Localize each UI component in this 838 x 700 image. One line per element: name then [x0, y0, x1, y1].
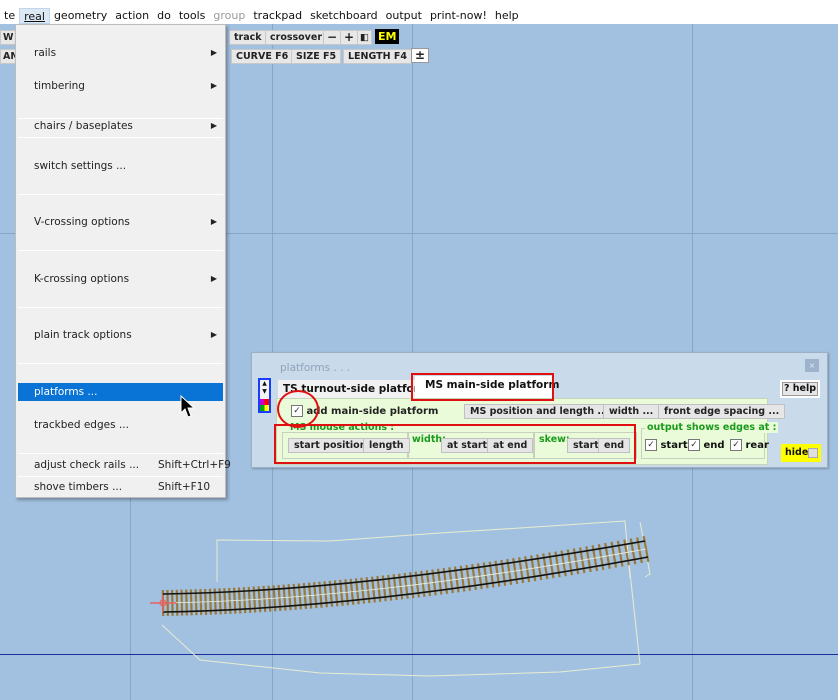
menu-plain-track-options[interactable]: plain track options ▶: [18, 326, 223, 344]
toolbar-stub-w[interactable]: W: [0, 30, 17, 45]
menu-adjust-check-rails[interactable]: adjust check rails ... Shift+Ctrl+F9: [18, 456, 231, 474]
annotation-highlight-tab: [411, 373, 554, 401]
dialog-title: platforms . . .: [280, 362, 351, 374]
em-gauge-badge[interactable]: EM: [375, 29, 400, 44]
zoom-out-button[interactable]: −: [323, 30, 342, 45]
output-edges-label: output shows edges at :: [645, 422, 779, 433]
submenu-arrow-icon: ▶: [210, 48, 217, 57]
menu-separator: [18, 453, 223, 454]
mouse-cursor-icon: [180, 395, 196, 418]
menu-v-crossing-options[interactable]: V-crossing options ▶: [18, 213, 223, 231]
track-button[interactable]: track: [229, 30, 267, 45]
edge-end-label: end: [703, 440, 725, 451]
menu-chairs-label: chairs / baseplates: [34, 120, 133, 132]
menu-k-crossing-options[interactable]: K-crossing options ▶: [18, 270, 223, 288]
menu-timbering-label: timbering: [34, 80, 85, 92]
zoom-in-button[interactable]: +: [340, 30, 359, 45]
snap-icon[interactable]: ±: [411, 48, 430, 63]
menu-separator: [18, 363, 223, 364]
colour-palette-icon[interactable]: [260, 399, 269, 411]
edge-rear-checkbox[interactable]: ✓ rear: [730, 439, 769, 451]
menu-trackbed-edges-label: trackbed edges ...: [34, 419, 129, 431]
menu-separator: [18, 137, 223, 138]
spin-up-icon[interactable]: ▲: [260, 380, 269, 388]
checkbox-icon[interactable]: ✓: [730, 439, 742, 451]
menu-chairs-baseplates[interactable]: chairs / baseplates ▶: [18, 117, 223, 135]
menu-platforms-label: platforms ...: [34, 386, 98, 398]
submenu-arrow-icon: ▶: [210, 274, 217, 283]
menu-adjust-check-rails-label: adjust check rails ...: [34, 459, 140, 471]
menu-shove-timbers-label: shove timbers ...: [34, 481, 123, 493]
menu-separator: [18, 476, 223, 477]
width-button[interactable]: width ...: [603, 404, 660, 419]
real-menu-dropdown: rails ▶ timbering ▶ chairs / baseplates ▶ s…: [15, 24, 231, 498]
submenu-arrow-icon: ▶: [210, 330, 217, 339]
ms-position-length-button[interactable]: MS position and length ...: [464, 404, 615, 419]
annotation-highlight-mouse-actions: [274, 424, 636, 464]
menu-v-crossing-label: V-crossing options: [34, 216, 130, 228]
menu-rails[interactable]: rails ▶: [18, 44, 223, 62]
curve-button[interactable]: CURVE F6: [231, 49, 294, 64]
menu-separator: [18, 250, 223, 251]
edge-end-checkbox[interactable]: ✓ end: [688, 439, 725, 451]
checkbox-icon[interactable]: ✓: [645, 439, 657, 451]
help-button-label: ? help: [782, 382, 818, 396]
submenu-arrow-icon: ▶: [210, 217, 217, 226]
help-button[interactable]: ? help: [780, 380, 820, 398]
hide-label: hide: [785, 447, 809, 458]
menu-switch-settings[interactable]: switch settings ...: [18, 157, 223, 175]
size-button[interactable]: SIZE F5: [291, 49, 342, 64]
spin-down-icon[interactable]: ▼: [260, 388, 269, 396]
annotation-highlight-checkbox: [277, 390, 319, 428]
menu-separator: [18, 194, 223, 195]
submenu-arrow-icon: ▶: [210, 121, 217, 130]
add-platform-label: add main-side platform: [306, 406, 439, 417]
length-button[interactable]: LENGTH F4: [343, 49, 412, 64]
menu-timbering[interactable]: timbering ▶: [18, 77, 223, 95]
menu-separator: [18, 307, 223, 308]
edge-start-checkbox[interactable]: ✓ start: [645, 439, 688, 451]
edge-start-label: start: [660, 440, 688, 451]
shortcut-label: Shift+Ctrl+F9: [158, 459, 231, 471]
menu-k-crossing-label: K-crossing options: [34, 273, 130, 285]
close-icon[interactable]: ×: [805, 359, 819, 372]
menu-shove-timbers[interactable]: shove timbers ... Shift+F10: [18, 478, 223, 496]
menu-rails-label: rails: [34, 47, 57, 59]
edge-rear-label: rear: [745, 440, 769, 451]
crossover-button[interactable]: crossover: [265, 30, 327, 45]
menu-plain-track-label: plain track options: [34, 329, 132, 341]
checkbox-icon[interactable]: ✓: [688, 439, 700, 451]
shortcut-label: Shift+F10: [158, 481, 211, 493]
front-edge-spacing-button[interactable]: front edge spacing ...: [658, 404, 786, 419]
fit-width-icon[interactable]: ◧: [357, 30, 372, 45]
platform-outline-front: [161, 544, 641, 677]
dialog-spinner[interactable]: ▲ ▼: [258, 378, 271, 413]
submenu-arrow-icon: ▶: [210, 81, 217, 90]
hide-checkbox-icon[interactable]: [808, 448, 818, 458]
menu-switch-settings-label: switch settings ...: [34, 160, 127, 172]
hide-button[interactable]: hide: [781, 444, 821, 462]
